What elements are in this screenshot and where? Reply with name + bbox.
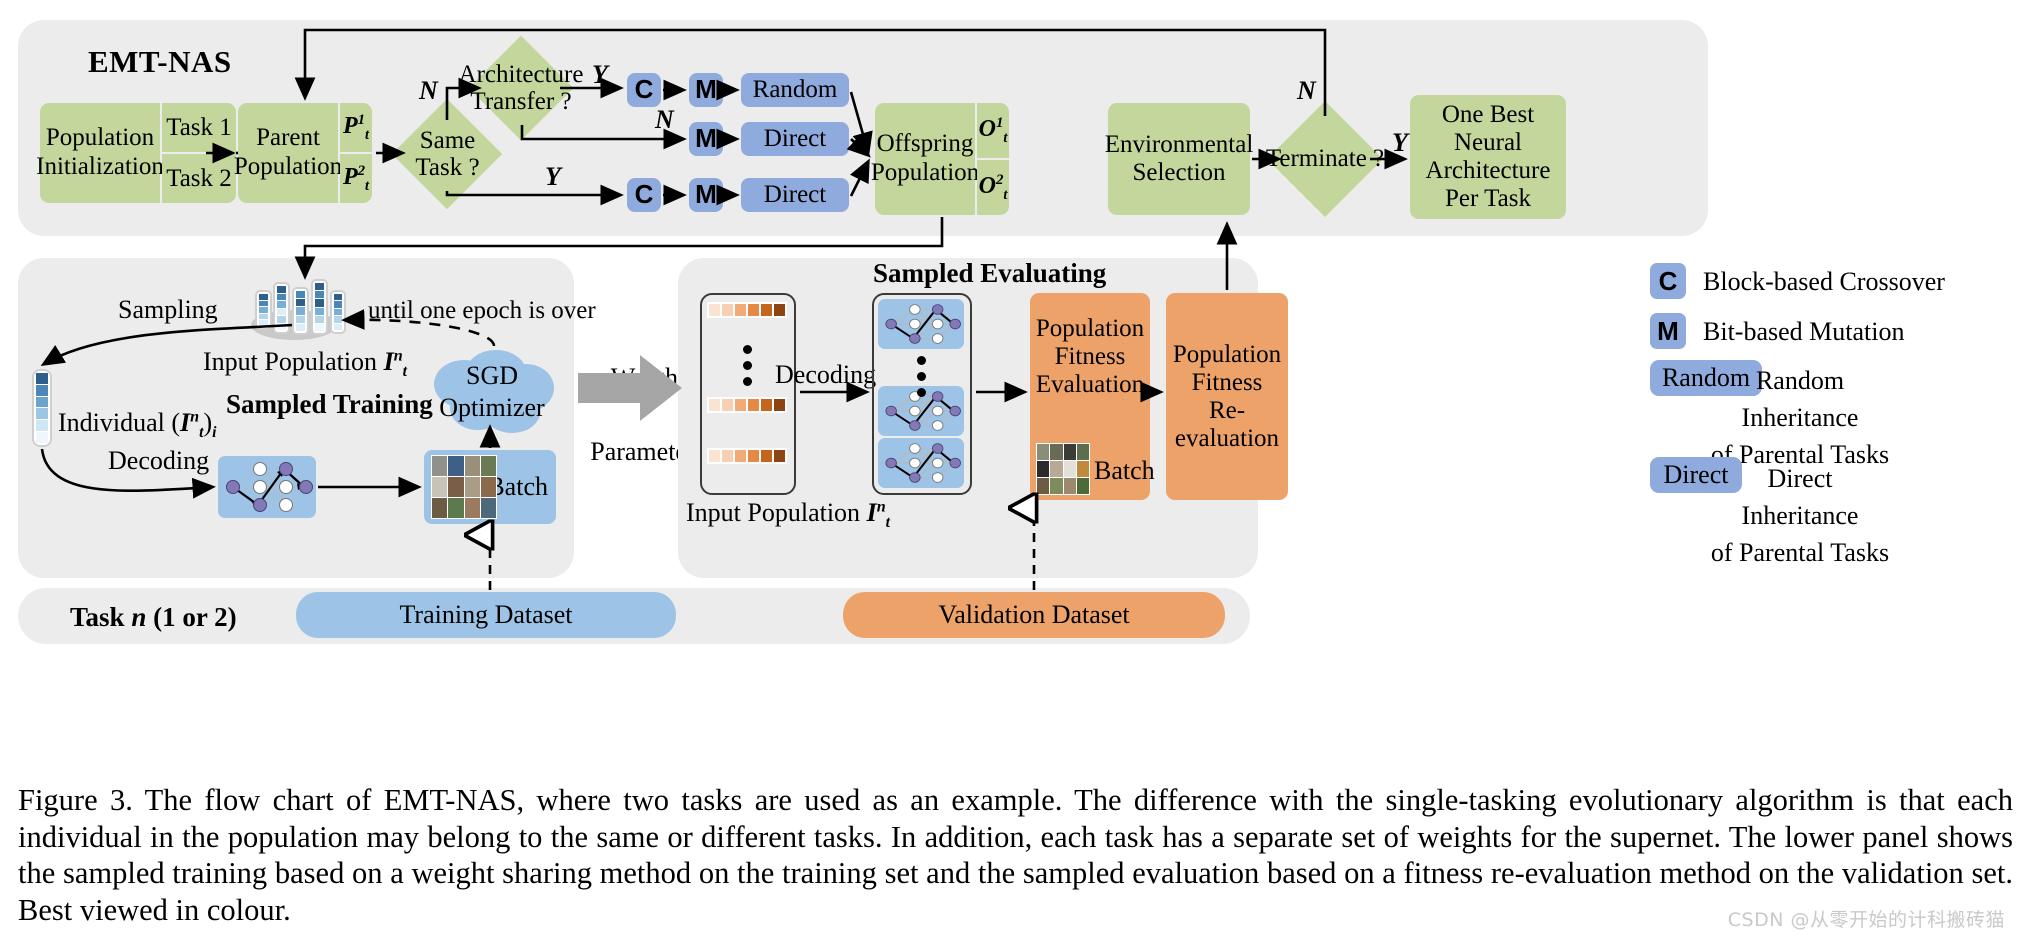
population-initialization-label: Population Initialization	[36, 103, 164, 203]
inherit-random-branch-1: Random	[741, 73, 849, 107]
mutation-op-branch-2: M	[689, 122, 723, 156]
training-input-population-label: Input Population Int	[203, 347, 407, 381]
training-loop-label: until one epoch is over	[368, 297, 596, 324]
sampled-training-title: Sampled Training	[226, 389, 433, 419]
training-decoding-label: Decoding	[108, 446, 210, 475]
best-architecture-box: One Best Neural Architecture Per Task	[1410, 95, 1566, 219]
parent-population-box: Parent Population P1t P2t	[234, 103, 372, 203]
arch-transfer-line-2: Transfer ?	[470, 88, 572, 115]
evaluating-batch-thumbnails	[1036, 443, 1090, 495]
same-task-line-2: Task ?	[415, 154, 480, 181]
same-task-decision-label: Same Task ?	[395, 118, 500, 190]
validation-dataset-bar: Validation Dataset	[843, 592, 1225, 638]
mutation-op-branch-3: M	[689, 178, 723, 212]
fitness-reeval-line-4: evaluation	[1174, 424, 1280, 452]
population-fitness-reevaluation-box: Population Fitness Re- evaluation	[1166, 293, 1288, 500]
decoded-network-box-eval-1	[878, 299, 964, 349]
evaluating-input-population-label: Input Population Int	[686, 498, 890, 532]
edge-label-arch-transfer-yes: Y	[592, 60, 608, 89]
decoded-network-box-training	[218, 456, 316, 518]
result-line-4: Per Task	[1445, 185, 1531, 212]
result-line-2: Neural	[1453, 129, 1523, 156]
legend-desc-direct: Direct Inheritance of Parental Tasks	[1710, 464, 1890, 567]
legend-desc-mutation: Bit-based Mutation	[1703, 317, 1905, 346]
evaluating-input-population-frame	[700, 293, 796, 495]
arch-transfer-line-1: Architecture	[458, 60, 584, 88]
evaluating-batch-label: Batch	[1094, 456, 1155, 485]
crossover-op-branch-1: C	[627, 73, 661, 107]
population-stack-4	[311, 279, 328, 335]
sgd-line-1: SGD	[465, 361, 518, 390]
terminate-decision-label: Terminate ?	[1265, 145, 1385, 173]
crossover-op-branch-3: C	[627, 178, 661, 212]
edge-label-arch-transfer-no: N	[655, 105, 674, 134]
task-n-label: Task n (1 or 2)	[70, 602, 237, 632]
gene-row-1	[707, 302, 787, 318]
decoded-network-box-eval-3	[878, 438, 964, 488]
evaluating-decoding-label: Decoding	[775, 360, 877, 389]
csdn-watermark: CSDN @从零开始的计科搬砖猫	[1727, 909, 2005, 931]
edge-label-terminate-yes: Y	[1392, 128, 1408, 157]
training-dataset-bar: Training Dataset	[296, 592, 676, 638]
legend-desc-crossover: Block-based Crossover	[1703, 267, 1945, 296]
env-selection-line-2: Selection	[1132, 159, 1226, 186]
same-task-line-1: Same	[419, 126, 476, 154]
population-stack-2	[273, 282, 290, 334]
edge-label-same-task-no: N	[419, 76, 438, 105]
individual-label: Individual (Int)i	[58, 408, 217, 442]
result-line-1: One Best	[1441, 101, 1535, 128]
env-selection-line-1: Environmental	[1104, 131, 1254, 158]
mutation-op-branch-1: M	[689, 73, 723, 107]
population-initialization-box: Population Initialization Task 1 Task 2	[36, 103, 236, 203]
edge-label-same-task-yes: Y	[545, 162, 561, 191]
fitness-eval-line-3: Evaluation	[1035, 371, 1145, 398]
parent-population-label: Parent Population	[234, 103, 342, 203]
sgd-optimizer-label: SGD Optimizer	[420, 360, 564, 424]
edge-label-terminate-no: N	[1297, 76, 1316, 105]
offspring-o1-cell: O1t	[977, 103, 1009, 158]
individual-chromosome	[32, 369, 52, 447]
legend-badge-crossover: C	[1650, 263, 1686, 299]
population-stack-1	[255, 290, 272, 330]
sampled-evaluating-title: Sampled Evaluating	[873, 258, 1107, 288]
arch-transfer-decision-label: Architecture Transfer ?	[451, 55, 591, 121]
offspring-population-box: Offspring Population O1t O2t	[871, 103, 1009, 215]
training-batch-thumbnails	[431, 455, 497, 519]
result-line-3: Architecture	[1425, 157, 1551, 184]
gene-row-3	[707, 448, 787, 464]
inherit-direct-branch-2: Direct	[741, 122, 849, 156]
gene-rows-ellipsis	[743, 345, 752, 386]
task-1-cell: Task 1	[162, 103, 236, 152]
fitness-reeval-line-3: Re-	[1208, 396, 1246, 424]
parent-p1-cell: P1t	[340, 103, 372, 152]
task-2-cell: Task 2	[162, 154, 236, 203]
legend-badge-mutation: M	[1650, 313, 1686, 349]
environmental-selection-box: Environmental Selection	[1105, 103, 1253, 215]
fitness-reeval-line-1: Population	[1172, 340, 1282, 368]
offspring-population-label: Offspring Population	[871, 103, 979, 215]
sampling-label: Sampling	[118, 295, 218, 324]
fitness-eval-line-1: Population	[1035, 315, 1145, 342]
fitness-eval-line-2: Fitness	[1054, 343, 1126, 370]
inherit-direct-branch-3: Direct	[741, 178, 849, 212]
figure-caption: Figure 3. The flow chart of EMT-NAS, whe…	[18, 783, 2013, 927]
population-stack-3	[292, 287, 309, 335]
sgd-line-2: Optimizer	[439, 393, 545, 422]
decoded-networks-ellipsis	[917, 356, 926, 397]
panel-title: EMT-NAS	[88, 44, 232, 79]
parent-p2-cell: P2t	[340, 154, 372, 203]
population-stack-5	[330, 290, 346, 334]
legend-desc-random: Random Inheritance of Parental Tasks	[1710, 366, 1890, 469]
fitness-reeval-line-2: Fitness	[1191, 368, 1263, 396]
offspring-o2-cell: O2t	[977, 160, 1009, 215]
gene-row-2	[707, 397, 787, 413]
